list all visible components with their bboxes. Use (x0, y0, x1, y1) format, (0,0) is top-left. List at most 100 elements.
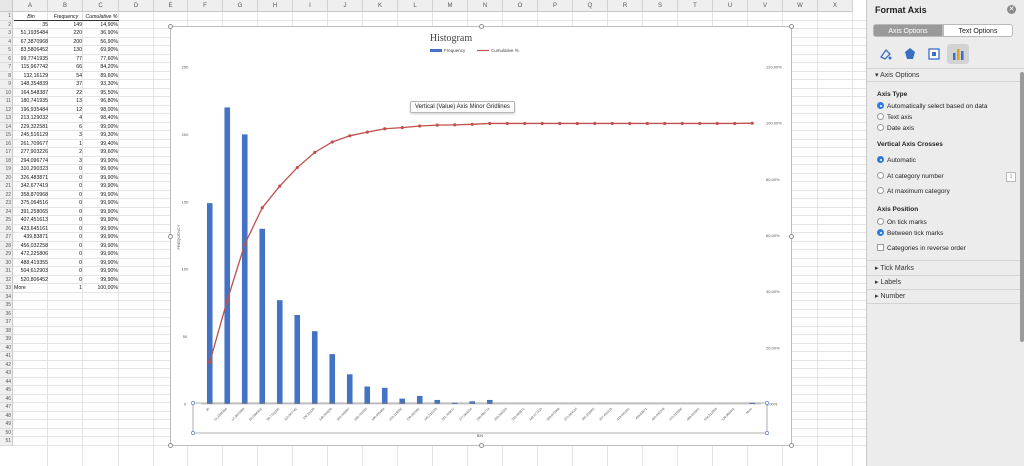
column-header[interactable]: V (748, 0, 783, 12)
row-header[interactable]: 28 (0, 241, 13, 250)
cell-bin[interactable]: 35 (14, 21, 48, 30)
cell-cumulative[interactable]: 99,30% (84, 131, 118, 140)
cell-frequency[interactable]: 1 (49, 284, 82, 293)
line-point[interactable] (733, 121, 737, 126)
row-header[interactable]: 51 (0, 437, 13, 446)
column-header[interactable]: T (678, 0, 713, 12)
cell-cumulative[interactable]: 99,90% (84, 242, 118, 251)
cell-cumulative[interactable]: 99,90% (84, 157, 118, 166)
column-header[interactable]: A (13, 0, 48, 12)
bar[interactable] (434, 399, 441, 404)
line-point[interactable] (313, 150, 317, 154)
column-header[interactable]: J (328, 0, 363, 12)
row-header[interactable]: 38 (0, 326, 13, 335)
cell-frequency[interactable]: 1 (49, 140, 82, 149)
column-header[interactable]: D (119, 0, 154, 12)
category-number-input[interactable]: 1 (1006, 172, 1016, 182)
cell-cumulative[interactable]: 77,60% (84, 55, 118, 64)
cell-frequency[interactable]: 12 (49, 106, 82, 115)
row-header[interactable]: 11 (0, 97, 13, 106)
bar[interactable] (259, 228, 266, 404)
line-point[interactable] (715, 121, 719, 126)
cell-bin[interactable]: 213,129032 (14, 114, 48, 123)
column-header[interactable]: F (188, 0, 223, 12)
row-header[interactable]: 46 (0, 394, 13, 403)
cell-bin[interactable]: More (14, 284, 48, 293)
labels-section-header[interactable]: ▸ Labels (867, 278, 1024, 286)
bar[interactable] (206, 203, 213, 404)
cell-frequency[interactable]: 66 (49, 63, 82, 72)
row-header[interactable]: 26 (0, 224, 13, 233)
line-point[interactable] (435, 123, 439, 127)
cell-bin[interactable]: 375,064516 (14, 199, 48, 208)
cell-frequency[interactable]: 0 (49, 165, 82, 174)
line-point[interactable] (750, 121, 754, 125)
axis-options-icon[interactable] (947, 44, 969, 64)
column-header[interactable]: N (468, 0, 503, 12)
bar[interactable] (294, 315, 301, 404)
row-header[interactable]: 47 (0, 403, 13, 412)
line-point[interactable] (575, 121, 579, 126)
line-point[interactable] (453, 123, 457, 127)
line-point[interactable] (610, 121, 614, 126)
cell-bin[interactable]: 83,5806452 (14, 46, 48, 55)
line-point[interactable] (628, 121, 632, 126)
line-point[interactable] (295, 165, 299, 170)
line-point[interactable] (593, 121, 597, 126)
row-header[interactable]: 6 (0, 54, 13, 63)
cell-bin[interactable]: 456,032258 (14, 242, 48, 251)
column-header[interactable]: K (363, 0, 398, 12)
line-point[interactable] (260, 206, 264, 210)
line-point[interactable] (523, 121, 527, 126)
cell-frequency[interactable]: 0 (49, 267, 82, 276)
cumulative-polyline[interactable] (209, 122, 753, 363)
chart-legend[interactable]: Frequency Cumulative % (430, 48, 519, 53)
effects-icon[interactable] (899, 44, 921, 64)
radio-date-axis[interactable]: Date axis (877, 124, 914, 134)
bar[interactable] (276, 300, 283, 404)
line-point[interactable] (330, 140, 334, 144)
fill-line-icon[interactable] (875, 44, 897, 64)
cell-bin[interactable]: 132,16129 (14, 72, 48, 81)
column-header[interactable]: U (713, 0, 748, 12)
cell-cumulative[interactable]: 99,90% (84, 208, 118, 217)
row-header[interactable]: 33 (0, 284, 13, 293)
bar[interactable] (381, 387, 388, 404)
column-header[interactable]: L (398, 0, 433, 12)
chart-title[interactable]: Histogram (430, 33, 472, 44)
cell-cumulative[interactable]: 99,00% (84, 123, 118, 132)
select-all-corner[interactable] (0, 0, 13, 12)
cell-bin[interactable]: 229,322581 (14, 123, 48, 132)
bar[interactable] (364, 386, 371, 404)
row-header[interactable]: 30 (0, 258, 13, 267)
column-header[interactable]: M (433, 0, 468, 12)
cell-bin[interactable]: 488,419355 (14, 259, 48, 268)
cell-bin[interactable]: 277,903226 (14, 148, 48, 157)
row-header[interactable]: 31 (0, 267, 13, 276)
column-header[interactable]: G (223, 0, 258, 12)
row-header[interactable]: 49 (0, 420, 13, 429)
cell-frequency[interactable]: 3 (49, 157, 82, 166)
row-header[interactable]: 25 (0, 216, 13, 225)
cell-cumulative[interactable]: 89,60% (84, 72, 118, 81)
cell-bin[interactable]: 99,7741935 (14, 55, 48, 64)
cell-cumulative[interactable]: 99,60% (84, 148, 118, 157)
line-point[interactable] (663, 121, 667, 126)
cell-cumulative[interactable]: 99,90% (84, 259, 118, 268)
tab-axis-options[interactable]: Axis Options (873, 24, 943, 37)
panel-scrollbar[interactable] (1020, 72, 1024, 342)
cell-frequency[interactable]: 0 (49, 233, 82, 242)
row-header[interactable]: 1 (0, 12, 13, 21)
row-header[interactable]: 8 (0, 71, 13, 80)
row-header[interactable]: 50 (0, 428, 13, 437)
column-header[interactable]: P (538, 0, 573, 12)
bar[interactable] (346, 374, 353, 404)
cell-frequency[interactable]: 77 (49, 55, 82, 64)
cell-bin[interactable]: 342,677419 (14, 182, 48, 191)
cell-frequency[interactable]: 130 (49, 46, 82, 55)
cell-cumulative[interactable]: 99,90% (84, 250, 118, 259)
line-point[interactable] (400, 126, 404, 130)
bar[interactable] (469, 401, 476, 404)
selection-handle[interactable] (765, 401, 769, 405)
axis-options-section-header[interactable]: ▾ Axis Options (867, 71, 1024, 79)
